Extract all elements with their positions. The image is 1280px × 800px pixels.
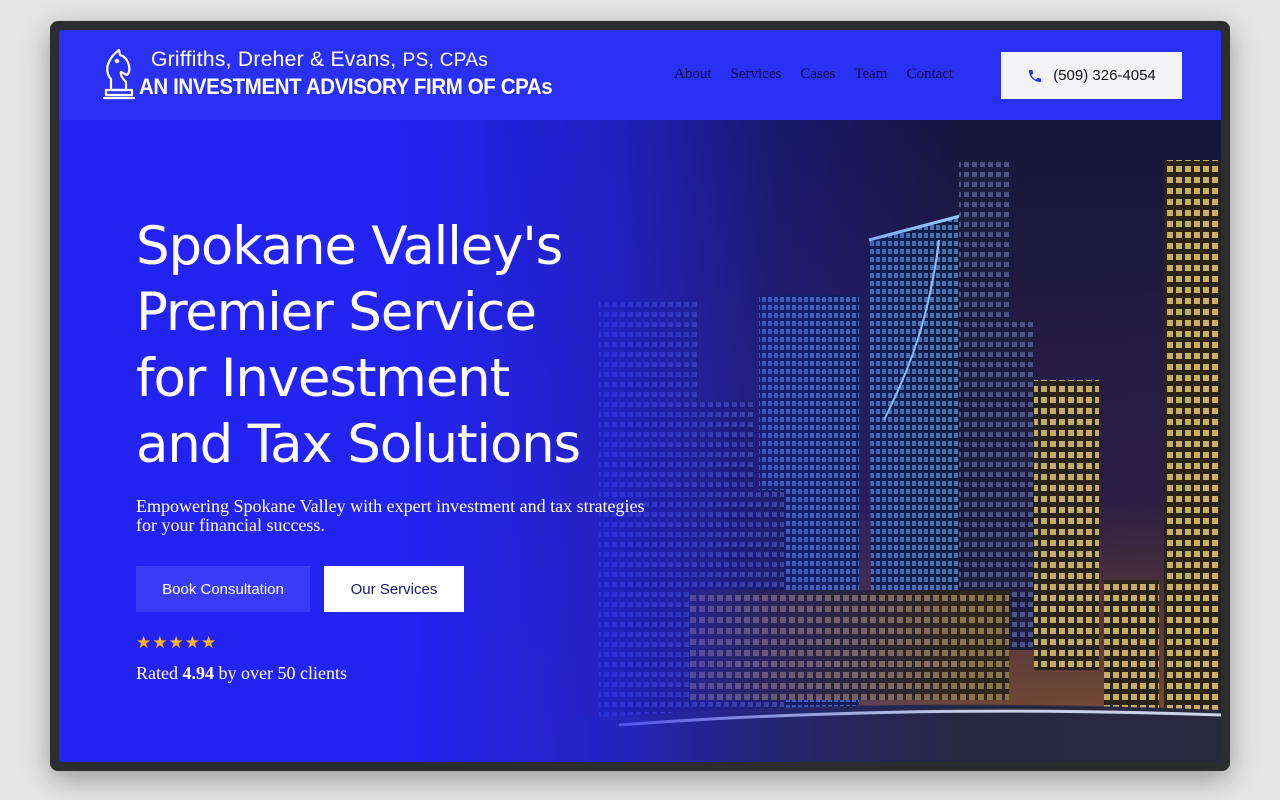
hero-subtitle: Empowering Spokane Valley with expert in… (136, 496, 645, 535)
main-nav: About Services Cases Team Contact (674, 66, 953, 83)
phone-number: (509) 326-4054 (1053, 67, 1156, 84)
nav-team[interactable]: Team (854, 66, 887, 83)
phone-icon (1029, 69, 1042, 82)
firm-tagline: AN INVESTMENT ADVISORY FIRM OF CPAs (139, 74, 553, 99)
hero-section: Spokane Valley's Premier Service for Inv… (59, 120, 1221, 762)
nav-about[interactable]: About (674, 66, 712, 83)
browser-viewport: Griffiths, Dreher & Evans, PS, CPAs AN I… (59, 30, 1221, 762)
book-consultation-button[interactable]: Book Consultation (136, 566, 310, 612)
site-header: Griffiths, Dreher & Evans, PS, CPAs AN I… (59, 30, 1221, 120)
rating-text: Rated 4.94 by over 50 clients (136, 663, 347, 684)
nav-contact[interactable]: Contact (906, 66, 953, 83)
rating-value: 4.94 (182, 663, 215, 683)
device-frame: Griffiths, Dreher & Evans, PS, CPAs AN I… (50, 21, 1230, 771)
firm-partners: Griffiths, Dreher & Evans, (151, 48, 397, 71)
firm-logo[interactable]: Griffiths, Dreher & Evans, PS, CPAs AN I… (101, 46, 579, 102)
nav-cases[interactable]: Cases (800, 66, 835, 83)
hero-title: Spokane Valley's Premier Service for Inv… (136, 216, 581, 475)
firm-suffix: PS, CPAs (402, 50, 489, 71)
rating-prefix: Rated (136, 663, 178, 683)
phone-call-button[interactable]: (509) 326-4054 (1001, 52, 1182, 99)
our-services-button[interactable]: Our Services (324, 566, 464, 612)
nav-services[interactable]: Services (731, 66, 782, 83)
rating-suffix: by over 50 clients (218, 663, 347, 683)
firm-name: Griffiths, Dreher & Evans, PS, CPAs AN I… (139, 46, 579, 102)
knight-chess-piece-icon (102, 48, 136, 100)
firm-name-line: Griffiths, Dreher & Evans, PS, CPAs (151, 48, 488, 72)
rating-stars: ★★★★★ (136, 633, 218, 653)
